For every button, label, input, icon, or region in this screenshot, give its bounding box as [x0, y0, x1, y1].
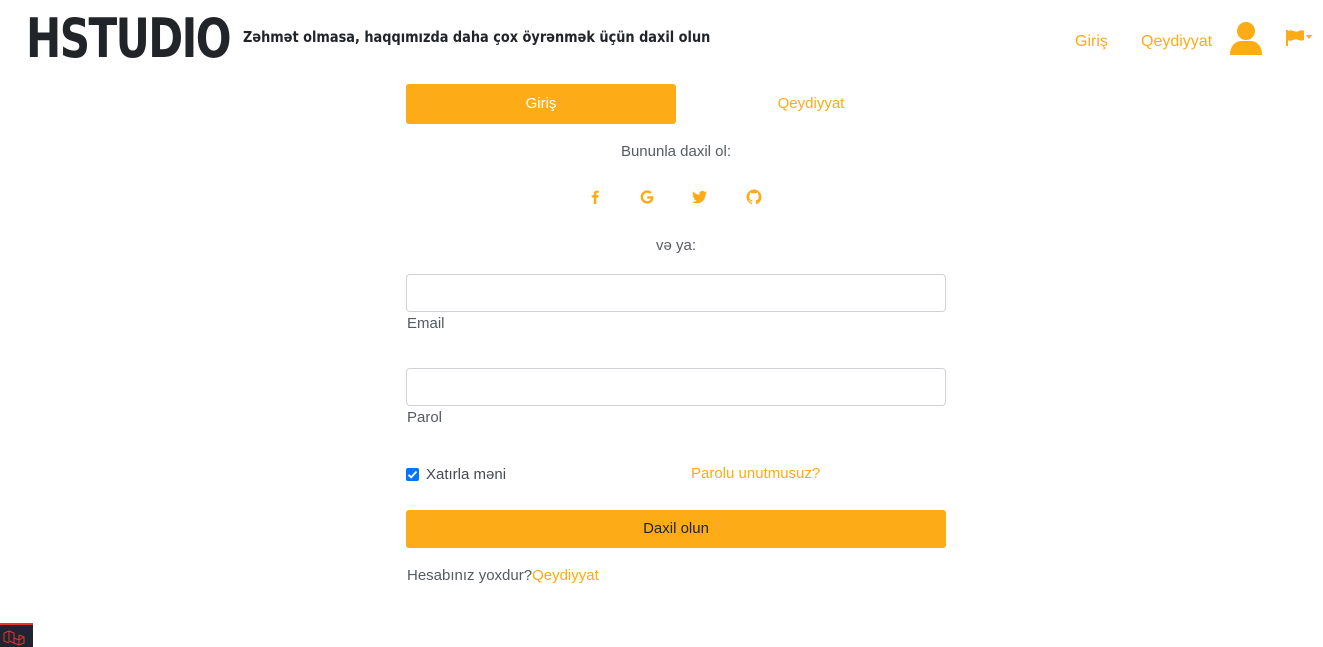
remember-label: Xatırla məni [426, 465, 507, 483]
forgot-password-link[interactable]: Parolu unutmusuz? [691, 465, 820, 482]
or-text: və ya: [655, 237, 697, 254]
email-input[interactable] [406, 274, 946, 312]
remember-checkbox[interactable] [406, 467, 419, 481]
flag-dropdown-icon[interactable] [1286, 30, 1314, 48]
nav-register-link[interactable]: Qeydiyyat [1141, 33, 1212, 51]
password-label: Parol [407, 409, 443, 426]
user-icon[interactable] [1228, 20, 1264, 56]
auth-tabs: Giriş Qeydiyyat [406, 84, 946, 124]
header: HSTUDIO Zəhmət olmasa, haqqımızda daha ç… [0, 0, 1323, 80]
register-link[interactable]: Qeydiyyat [532, 567, 599, 584]
debugbar-icon[interactable] [0, 623, 33, 647]
google-icon[interactable] [636, 186, 658, 208]
nav-login-link[interactable]: Giriş [1075, 33, 1108, 51]
signin-with-text: Bununla daxil ol: [620, 143, 732, 160]
tab-login[interactable]: Giriş [406, 84, 676, 124]
github-icon[interactable] [743, 186, 765, 208]
logo[interactable]: HSTUDIO [26, 6, 232, 72]
tab-register[interactable]: Qeydiyyat [676, 84, 946, 124]
no-account-line: Hesabınız yoxdur?Qeydiyyat [407, 567, 599, 584]
facebook-icon[interactable] [584, 186, 606, 208]
submit-button[interactable]: Daxil olun [406, 510, 946, 548]
no-account-text: Hesabınız yoxdur? [407, 567, 533, 584]
tagline: Zəhmət olmasa, haqqımızda daha çox öyrən… [243, 28, 711, 46]
email-label: Email [407, 315, 445, 332]
twitter-icon[interactable] [689, 186, 711, 208]
password-input[interactable] [406, 368, 946, 406]
checkmark-icon [407, 470, 418, 479]
remember-me[interactable]: Xatırla məni [406, 465, 506, 483]
